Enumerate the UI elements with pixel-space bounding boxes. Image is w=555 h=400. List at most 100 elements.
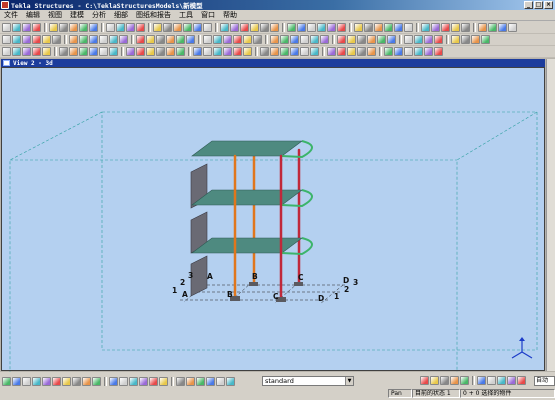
view-select-dropdown[interactable]: standard ▼ [262,376,354,386]
toolbar-tool-icon[interactable] [12,47,21,56]
toolbar-tool-icon[interactable] [206,377,215,386]
toolbar-tool-icon[interactable] [166,35,175,44]
toolbar-tool-icon[interactable] [116,23,125,32]
toolbar-tool-icon[interactable] [233,35,242,44]
toolbar-tool-icon[interactable] [139,377,148,386]
menu-help[interactable]: 帮助 [219,10,241,20]
toolbar-tool-icon[interactable] [431,23,440,32]
toolbar-tool-icon[interactable] [146,47,155,56]
toolbar-tool-icon[interactable] [2,377,11,386]
toolbar-tool-icon[interactable] [337,23,346,32]
toolbar-tool-icon[interactable] [79,23,88,32]
toolbar-tool-icon[interactable] [166,47,175,56]
toolbar-tool-icon[interactable] [22,377,31,386]
toolbar-tool-icon[interactable] [72,377,81,386]
toolbar-tool-icon[interactable] [223,35,232,44]
toolbar-tool-icon[interactable] [374,23,383,32]
toolbar-tool-icon[interactable] [488,23,497,32]
toolbar-tool-icon[interactable] [59,47,68,56]
toolbar-tool-icon[interactable] [347,47,356,56]
toolbar-tool-icon[interactable] [119,377,128,386]
toolbar-tool-icon[interactable] [176,377,185,386]
toolbar-tool-icon[interactable] [384,47,393,56]
toolbar-tool-icon[interactable] [52,35,61,44]
maximize-button[interactable]: □ [534,1,543,9]
toolbar-tool-icon[interactable] [32,47,41,56]
toolbar-tool-icon[interactable] [32,35,41,44]
toolbar-tool-icon[interactable] [193,23,202,32]
toolbar-tool-icon[interactable] [213,35,222,44]
toolbar-tool-icon[interactable] [82,377,91,386]
menu-edit[interactable]: 编辑 [22,10,44,20]
toolbar-tool-icon[interactable] [250,23,259,32]
toolbar-tool-icon[interactable] [146,35,155,44]
toolbar-tool-icon[interactable] [2,23,11,32]
toolbar-tool-icon[interactable] [119,35,128,44]
toolbar-tool-icon[interactable] [357,47,366,56]
toolbar-tool-icon[interactable] [394,23,403,32]
toolbar-tool-icon[interactable] [89,23,98,32]
toolbar-tool-icon[interactable] [22,23,31,32]
model-view-3d[interactable]: ABCD321ABCD321 [1,67,545,372]
toolbar-tool-icon[interactable] [159,377,168,386]
toolbar-tool-icon[interactable] [451,35,460,44]
toolbar-tool-icon[interactable] [487,376,496,385]
toolbar-tool-icon[interactable] [300,47,309,56]
menu-file[interactable]: 文件 [0,10,22,20]
toolbar-tool-icon[interactable] [270,35,279,44]
toolbar-tool-icon[interactable] [507,376,516,385]
toolbar-tool-icon[interactable] [42,377,51,386]
toolbar-tool-icon[interactable] [129,377,138,386]
toolbar-tool-icon[interactable] [223,47,232,56]
toolbar-tool-icon[interactable] [310,47,319,56]
toolbar-tool-icon[interactable] [173,23,182,32]
toolbar-tool-icon[interactable] [420,376,429,385]
toolbar-tool-icon[interactable] [424,35,433,44]
toolbar-tool-icon[interactable] [310,35,319,44]
toolbar-tool-icon[interactable] [367,35,376,44]
footing[interactable] [294,282,303,286]
toolbar-tool-icon[interactable] [320,35,329,44]
toolbar-tool-icon[interactable] [357,35,366,44]
toolbar-tool-icon[interactable] [498,23,507,32]
toolbar-tool-icon[interactable] [508,23,517,32]
toolbar-tool-icon[interactable] [233,47,242,56]
toolbar-tool-icon[interactable] [62,377,71,386]
toolbar-tool-icon[interactable] [440,376,449,385]
menu-detailing[interactable]: 细部 [110,10,132,20]
toolbar-tool-icon[interactable] [377,35,386,44]
toolbar-tool-icon[interactable] [92,377,101,386]
toolbar-tool-icon[interactable] [270,23,279,32]
menu-window[interactable]: 窗口 [197,10,219,20]
toolbar-tool-icon[interactable] [203,23,212,32]
toolbar-tool-icon[interactable] [367,47,376,56]
toolbar-tool-icon[interactable] [434,47,443,56]
toolbar-tool-icon[interactable] [176,47,185,56]
toolbar-tool-icon[interactable] [176,35,185,44]
toolbar-tool-icon[interactable] [517,376,526,385]
toolbar-tool-icon[interactable] [69,47,78,56]
toolbar-tool-icon[interactable] [270,47,279,56]
minimize-button[interactable]: _ [524,1,533,9]
toolbar-tool-icon[interactable] [220,23,229,32]
menu-tools[interactable]: 工具 [175,10,197,20]
toolbar-tool-icon[interactable] [297,23,306,32]
toolbar-tool-icon[interactable] [2,47,11,56]
toolbar-tool-icon[interactable] [22,35,31,44]
toolbar-tool-icon[interactable] [136,35,145,44]
toolbar-tool-icon[interactable] [32,23,41,32]
toolbar-tool-icon[interactable] [89,47,98,56]
toolbar-tool-icon[interactable] [414,35,423,44]
toolbar-tool-icon[interactable] [216,377,225,386]
toolbar-tool-icon[interactable] [337,47,346,56]
slab[interactable] [191,237,303,254]
toolbar-tool-icon[interactable] [404,35,413,44]
toolbar-tool-icon[interactable] [59,23,68,32]
toolbar-tool-icon[interactable] [354,23,363,32]
toolbar-tool-icon[interactable] [69,35,78,44]
toolbar-tool-icon[interactable] [163,23,172,32]
toolbar-tool-icon[interactable] [69,23,78,32]
toolbar-tool-icon[interactable] [434,35,443,44]
menu-modeling[interactable]: 建模 [66,10,88,20]
toolbar-tool-icon[interactable] [79,35,88,44]
